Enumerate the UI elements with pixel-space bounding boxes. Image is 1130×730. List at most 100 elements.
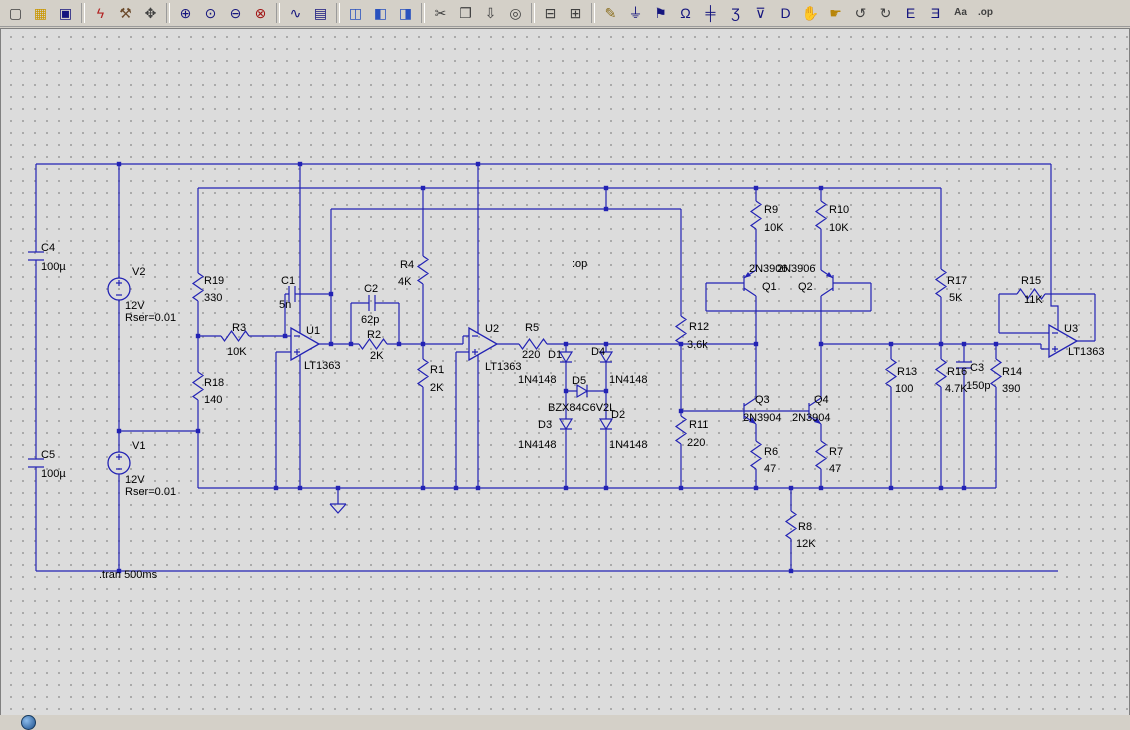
label-C3-ref[interactable]: C3 bbox=[970, 362, 984, 374]
label-R17-ref[interactable]: R17 bbox=[947, 275, 967, 287]
label-R9-value[interactable]: 10K bbox=[764, 222, 784, 234]
diode-button[interactable]: ⊽ bbox=[748, 1, 773, 25]
ground-button[interactable]: ⏚ bbox=[623, 1, 648, 25]
label-R12-value[interactable]: 3.6k bbox=[687, 339, 708, 351]
label-Q2-value[interactable]: 2N3906 bbox=[777, 263, 816, 275]
label-C1-value[interactable]: 5n bbox=[279, 299, 291, 311]
component-labels[interactable]: C4100µC5100µV212VRser=0.01V112VRser=0.01… bbox=[41, 204, 1105, 581]
zoom-in-button[interactable]: ⊕ bbox=[173, 1, 198, 25]
label-R7-ref[interactable]: R7 bbox=[829, 446, 843, 458]
label-Q2-ref[interactable]: Q2 bbox=[798, 281, 813, 293]
undo-button[interactable]: ↺ bbox=[848, 1, 873, 25]
label-U3-ref[interactable]: U3 bbox=[1064, 323, 1078, 335]
label-R6-value[interactable]: 47 bbox=[764, 463, 776, 475]
redo-button[interactable]: ↻ bbox=[873, 1, 898, 25]
label-R5-value[interactable]: 220 bbox=[522, 349, 540, 361]
plot-settings-button[interactable]: ▤ bbox=[308, 1, 333, 25]
new-schematic-button[interactable]: ▢ bbox=[3, 1, 28, 25]
label-R8-value[interactable]: 12K bbox=[796, 538, 816, 550]
inductor-button[interactable]: Ʒ bbox=[723, 1, 748, 25]
find-button[interactable]: ◎ bbox=[503, 1, 528, 25]
tile-horizontal-button[interactable]: ◫ bbox=[343, 1, 368, 25]
control-panel-button[interactable]: ⚒ bbox=[113, 1, 138, 25]
label-C3-value[interactable]: 150p bbox=[966, 380, 990, 392]
label-R3-ref[interactable]: R3 bbox=[232, 322, 246, 334]
label-R18-value[interactable]: 140 bbox=[204, 394, 222, 406]
label-U1-value[interactable]: LT1363 bbox=[304, 360, 341, 372]
label-C4-ref[interactable]: C4 bbox=[41, 242, 55, 254]
label-C2-value[interactable]: 62p bbox=[361, 314, 379, 326]
wire-button[interactable]: ✎ bbox=[598, 1, 623, 25]
label-R4-value[interactable]: 4K bbox=[398, 276, 412, 288]
label-R11-ref[interactable]: R11 bbox=[689, 419, 708, 431]
label-D3-value[interactable]: 1N4148 bbox=[518, 439, 557, 451]
label-V1-value[interactable]: 12V bbox=[125, 474, 145, 486]
label-R8-ref[interactable]: R8 bbox=[798, 521, 812, 533]
label-C2-ref[interactable]: C2 bbox=[364, 283, 378, 295]
label-R2-ref[interactable]: R2 bbox=[367, 329, 381, 341]
label-Q3-ref[interactable]: Q3 bbox=[755, 394, 770, 406]
label-V2-ref[interactable]: V2 bbox=[132, 266, 145, 278]
label-U2-value[interactable]: LT1363 bbox=[485, 361, 522, 373]
label-R15-value[interactable]: 11K bbox=[1024, 294, 1043, 306]
label-R17-value[interactable]: 5K bbox=[949, 292, 963, 304]
move-button[interactable]: ✋ bbox=[798, 1, 823, 25]
label-R18-ref[interactable]: R18 bbox=[204, 377, 224, 389]
label-R13-value[interactable]: 100 bbox=[895, 383, 913, 395]
label-Q1-ref[interactable]: Q1 bbox=[762, 281, 777, 293]
label-Q3-value[interactable]: 2N3904 bbox=[743, 412, 782, 424]
label-C1-ref[interactable]: C1 bbox=[281, 275, 295, 287]
label-D2-value[interactable]: 1N4148 bbox=[609, 439, 648, 451]
waveform-button[interactable]: ∿ bbox=[283, 1, 308, 25]
zoom-out-button[interactable]: ⊖ bbox=[223, 1, 248, 25]
capacitor-button[interactable]: ╪ bbox=[698, 1, 723, 25]
print-button[interactable]: ⊟ bbox=[538, 1, 563, 25]
label-R14-value[interactable]: 390 bbox=[1002, 383, 1020, 395]
circuit-wiring[interactable] bbox=[28, 163, 1096, 572]
label-directives-tran[interactable]: .tran 500ms bbox=[99, 569, 158, 581]
zoom-area-button[interactable]: ⊙ bbox=[198, 1, 223, 25]
label-R9-ref[interactable]: R9 bbox=[764, 204, 778, 216]
copy-button[interactable]: ❐ bbox=[453, 1, 478, 25]
label-R16-ref[interactable]: R16 bbox=[947, 366, 967, 378]
label-R11-value[interactable]: 220 bbox=[687, 437, 705, 449]
label-D4-value[interactable]: 1N4148 bbox=[609, 374, 648, 386]
label-D2-ref[interactable]: D2 bbox=[611, 409, 625, 421]
label-Q4-value[interactable]: 2N3904 bbox=[792, 412, 831, 424]
pan-button[interactable]: ✥ bbox=[138, 1, 163, 25]
label-R2-value[interactable]: 2K bbox=[370, 350, 384, 362]
label-R13-ref[interactable]: R13 bbox=[897, 366, 917, 378]
tile-vertical-button[interactable]: ◧ bbox=[368, 1, 393, 25]
label-Q4-ref[interactable]: Q4 bbox=[814, 394, 829, 406]
label-net-button[interactable]: ⚑ bbox=[648, 1, 673, 25]
run-button[interactable]: ϟ bbox=[88, 1, 113, 25]
spice-directive-button[interactable]: .op bbox=[973, 1, 998, 25]
label-V2-extra[interactable]: Rser=0.01 bbox=[125, 312, 176, 324]
zoom-full-extents-button[interactable]: ⊗ bbox=[248, 1, 273, 25]
cut-button[interactable]: ✂ bbox=[428, 1, 453, 25]
label-R10-ref[interactable]: R10 bbox=[829, 204, 849, 216]
label-R15-ref[interactable]: R15 bbox=[1021, 275, 1041, 287]
label-R16-value[interactable]: 4.7K bbox=[945, 383, 968, 395]
label-R3-value[interactable]: 10K bbox=[227, 346, 247, 358]
label-R4-ref[interactable]: R4 bbox=[400, 259, 414, 271]
label-R10-value[interactable]: 10K bbox=[829, 222, 849, 234]
label-D1-ref[interactable]: D1 bbox=[548, 349, 562, 361]
paste-button[interactable]: ⇩ bbox=[478, 1, 503, 25]
schematic-canvas[interactable]: C4 100µ C5 100µ V2 12V Rser=0.01 V1 12V Rser=0.01… bbox=[0, 28, 1130, 716]
mirror-button[interactable]: Ǝ bbox=[923, 1, 948, 25]
label-U1-ref[interactable]: U1 bbox=[306, 325, 320, 337]
print-preview-button[interactable]: ⊞ bbox=[563, 1, 588, 25]
rotate-button[interactable]: E bbox=[898, 1, 923, 25]
label-D5-value[interactable]: BZX84C6V2L bbox=[548, 402, 615, 414]
label-V1-extra[interactable]: Rser=0.01 bbox=[125, 486, 176, 498]
label-directives-op[interactable]: :op bbox=[572, 258, 587, 270]
cascade-windows-button[interactable]: ◨ bbox=[393, 1, 418, 25]
label-D4-ref[interactable]: D4 bbox=[591, 346, 605, 358]
label-R1-value[interactable]: 2K bbox=[430, 382, 444, 394]
schematic-svg[interactable]: C4100µC5100µV212VRser=0.01V112VRser=0.01… bbox=[1, 29, 1129, 715]
label-V1-ref[interactable]: V1 bbox=[132, 440, 145, 452]
label-D5-ref[interactable]: D5 bbox=[572, 375, 586, 387]
label-R6-ref[interactable]: R6 bbox=[764, 446, 778, 458]
label-C5-value[interactable]: 100µ bbox=[41, 468, 66, 480]
